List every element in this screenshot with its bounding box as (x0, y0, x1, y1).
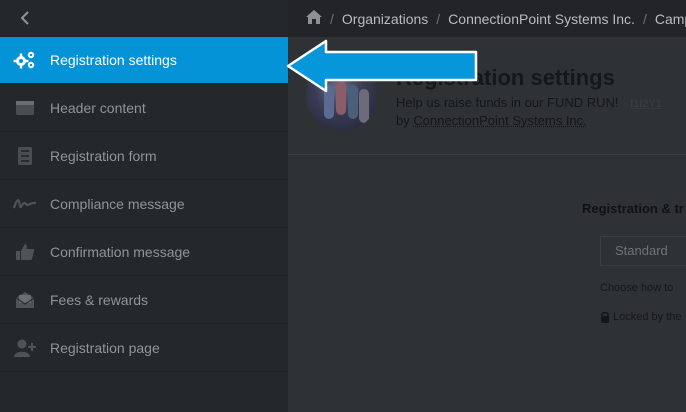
sidebar-item-label: Registration page (50, 339, 160, 356)
section-label: Registration & tr (582, 201, 684, 216)
sidebar-item-registration-page[interactable]: Registration page (0, 324, 288, 372)
breadcrumb-campaign[interactable]: Camp (655, 11, 686, 27)
sidebar: Registration settings Header content Reg… (0, 0, 288, 412)
breadcrumb-organizations[interactable]: Organizations (342, 11, 428, 27)
breadcrumb-organization[interactable]: ConnectionPoint Systems Inc. (448, 11, 635, 27)
sidebar-item-label: Registration form (50, 147, 157, 164)
lock-icon (601, 311, 609, 323)
gear-icon (12, 49, 38, 71)
user-plus-icon (12, 337, 38, 359)
sidebar-item-header-content[interactable]: Header content (0, 84, 288, 132)
sidebar-item-label: Compliance message (50, 195, 185, 212)
home-icon[interactable] (306, 10, 322, 27)
sidebar-item-label: Confirmation message (50, 243, 191, 260)
breadcrumb-separator: / (330, 10, 334, 27)
sidebar-item-registration-form[interactable]: Registration form (0, 132, 288, 180)
organization-link[interactable]: ConnectionPoint Systems Inc. (413, 113, 586, 128)
sidebar-item-label: Registration settings (50, 52, 177, 68)
signature-icon (12, 193, 38, 215)
campaign-byline: by ConnectionPoint Systems Inc. (396, 113, 587, 128)
back-chevron-icon[interactable] (18, 11, 32, 25)
locked-text: Locked by the (613, 311, 682, 323)
breadcrumb-separator: / (436, 10, 441, 27)
sidebar-item-fees-rewards[interactable]: Fees & rewards (0, 276, 288, 324)
registration-type-select[interactable]: Standard (600, 236, 686, 266)
campaign-name: Help us raise funds in our FUND RUN! (396, 95, 619, 110)
campaign-subtitle: Help us raise funds in our FUND RUN! f1t… (396, 95, 662, 110)
locked-notice: Locked by the (600, 311, 682, 323)
thumbs-up-icon (12, 241, 38, 263)
envelope-open-icon (12, 289, 38, 311)
callout-arrow-icon (286, 39, 478, 93)
sidebar-item-registration-settings[interactable]: Registration settings (0, 37, 288, 84)
sidebar-item-confirmation-message[interactable]: Confirmation message (0, 228, 288, 276)
breadcrumb-separator: / (642, 10, 647, 27)
sidebar-header (0, 0, 288, 37)
form-list-icon (12, 145, 38, 167)
sidebar-item-compliance-message[interactable]: Compliance message (0, 180, 288, 228)
browser-window-icon (12, 97, 38, 119)
sidebar-item-label: Fees & rewards (50, 291, 149, 308)
campaign-code[interactable]: f1t2Y1 (630, 98, 662, 110)
sidebar-item-label: Header content (50, 99, 146, 116)
byline-prefix: by (396, 113, 410, 128)
breadcrumb: / Organizations / ConnectionPoint System… (288, 0, 686, 37)
help-text: Choose how to (600, 282, 674, 294)
